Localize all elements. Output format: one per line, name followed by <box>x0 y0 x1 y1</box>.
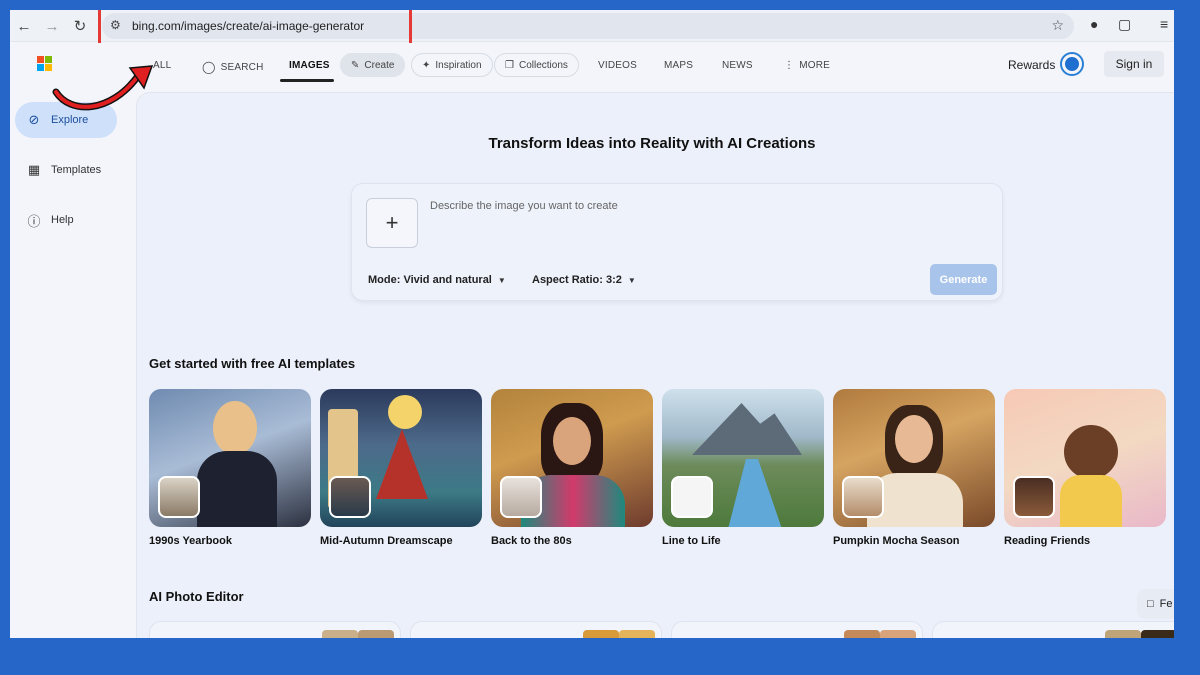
template-label: Mid-Autumn Dreamscape <box>320 535 453 547</box>
templates-icon: ▦ <box>27 162 41 177</box>
extensions-icon[interactable]: ▢ <box>1118 16 1131 33</box>
editor-preview-after <box>880 630 916 638</box>
collections-icon: ❐ <box>505 59 514 71</box>
caret-down-icon: ▼ <box>497 275 506 285</box>
nav-search[interactable]: ◯ SEARCH <box>202 60 264 74</box>
reload-icon[interactable]: ↻ <box>70 16 90 36</box>
template-thumbnail <box>158 476 200 518</box>
reading-list-icon[interactable]: ≡ <box>1160 16 1168 32</box>
template-label: 1990s Yearbook <box>149 535 232 547</box>
sidebar-item-label: Help <box>51 214 74 226</box>
back-arrow-icon[interactable]: ← <box>14 16 34 36</box>
annotation-arrow-icon <box>52 65 154 111</box>
prompt-box: + Describe the image you want to create … <box>351 183 1003 301</box>
chat-bubble-icon: □ <box>1147 598 1154 610</box>
microsoft-logo-icon[interactable] <box>37 56 52 71</box>
editor-preview-after <box>1141 630 1174 638</box>
template-thumbnail <box>842 476 884 518</box>
nav-create-pill[interactable]: ✎ Create <box>340 53 406 77</box>
sidebar-item-help[interactable]: ⓘ Help <box>15 202 117 238</box>
feedback-button[interactable]: □ Fe <box>1137 589 1174 619</box>
template-thumbnail <box>1013 476 1055 518</box>
template-card[interactable]: Back to the 80s <box>491 389 653 547</box>
sign-in-button[interactable]: Sign in <box>1104 51 1164 77</box>
nav-news[interactable]: NEWS <box>722 60 753 71</box>
photo-editor-card[interactable] <box>932 621 1174 638</box>
help-icon: ⓘ <box>27 213 41 229</box>
rewards-trophy-icon[interactable] <box>1060 52 1084 76</box>
editor-preview-before <box>844 630 880 638</box>
left-sidebar: ⊘ Explore ▦ Templates ⓘ Help <box>10 92 138 638</box>
photo-editor-card[interactable] <box>671 621 923 638</box>
photo-editor-card[interactable] <box>149 621 401 638</box>
generate-button[interactable]: Generate <box>930 264 997 295</box>
main-content: Transform Ideas into Reality with AI Cre… <box>136 92 1174 638</box>
active-tab-underline <box>280 79 334 82</box>
page-title: Transform Ideas into Reality with AI Cre… <box>488 135 816 152</box>
nav-videos[interactable]: VIDEOS <box>598 60 637 71</box>
nav-search-label: SEARCH <box>220 61 264 73</box>
nav-images[interactable]: IMAGES <box>289 60 330 71</box>
template-card[interactable]: Mid-Autumn Dreamscape <box>320 389 482 547</box>
sidebar-item-label: Templates <box>51 164 102 176</box>
photo-editor-section-title: AI Photo Editor <box>149 589 244 604</box>
template-image[interactable] <box>491 389 653 527</box>
mode-label: Mode: Vivid and natural <box>368 274 492 286</box>
nav-maps[interactable]: MAPS <box>664 60 693 71</box>
editor-preview-after <box>619 630 655 638</box>
profile-icon[interactable]: ● <box>1090 16 1098 32</box>
editor-preview-before <box>322 630 358 638</box>
browser-toolbar: ← → ↻ ⚙ bing.com/images/create/ai-image-… <box>10 10 1174 49</box>
template-thumbnail <box>671 476 713 518</box>
mode-dropdown[interactable]: Mode: Vivid and natural ▼ <box>368 274 506 286</box>
forward-arrow-icon[interactable]: → <box>42 16 62 36</box>
nav-create-label: Create <box>364 59 395 71</box>
photo-editor-card[interactable] <box>410 621 662 638</box>
bing-header: ALL ◯ SEARCH IMAGES ✎ Create ✦ Inspirati… <box>10 43 1174 89</box>
template-image[interactable] <box>149 389 311 527</box>
aspect-ratio-label: Aspect Ratio: 3:2 <box>532 274 622 286</box>
nav-inspiration-label: Inspiration <box>435 59 482 71</box>
template-thumbnail <box>329 476 371 518</box>
prompt-input[interactable]: Describe the image you want to create <box>430 200 618 212</box>
template-label: Line to Life <box>662 535 721 547</box>
browser-window: ← → ↻ ⚙ bing.com/images/create/ai-image-… <box>10 10 1174 638</box>
sparkle-icon: ✦ <box>422 59 431 71</box>
template-label: Reading Friends <box>1004 535 1091 547</box>
template-image[interactable] <box>833 389 995 527</box>
caret-down-icon: ▼ <box>627 275 636 285</box>
nav-collections-label: Collections <box>518 59 568 71</box>
copilot-icon: ◯ <box>202 60 216 74</box>
template-card[interactable]: Line to Life <box>662 389 824 547</box>
nav-more-label: MORE <box>799 60 831 71</box>
template-card[interactable]: Pumpkin Mocha Season <box>833 389 995 547</box>
nav-inspiration-pill[interactable]: ✦ Inspiration <box>411 53 493 77</box>
sidebar-item-templates[interactable]: ▦ Templates <box>15 152 117 188</box>
template-image[interactable] <box>662 389 824 527</box>
template-card[interactable]: Reading Friends <box>1004 389 1166 547</box>
template-image[interactable] <box>320 389 482 527</box>
editor-preview-before <box>583 630 619 638</box>
compass-icon: ⊘ <box>28 112 40 127</box>
add-image-button[interactable]: + <box>366 198 418 248</box>
more-dots-icon: ⋮ <box>784 60 795 71</box>
create-icon: ✎ <box>351 59 360 71</box>
template-label: Back to the 80s <box>491 535 572 547</box>
template-label: Pumpkin Mocha Season <box>833 535 960 547</box>
editor-preview-before <box>1105 630 1141 638</box>
templates-section-title: Get started with free AI templates <box>149 356 356 371</box>
template-image[interactable] <box>1004 389 1166 527</box>
feedback-label: Fe <box>1159 598 1173 610</box>
template-thumbnail <box>500 476 542 518</box>
aspect-ratio-dropdown[interactable]: Aspect Ratio: 3:2 ▼ <box>532 274 636 286</box>
bookmark-star-icon[interactable]: ☆ <box>1051 17 1064 34</box>
rewards-link[interactable]: Rewards <box>1008 58 1055 72</box>
nav-collections-pill[interactable]: ❐ Collections <box>494 53 579 77</box>
editor-preview-after <box>358 630 394 638</box>
template-card[interactable]: 1990s Yearbook <box>149 389 311 547</box>
nav-more[interactable]: ⋮ MORE <box>784 60 830 71</box>
